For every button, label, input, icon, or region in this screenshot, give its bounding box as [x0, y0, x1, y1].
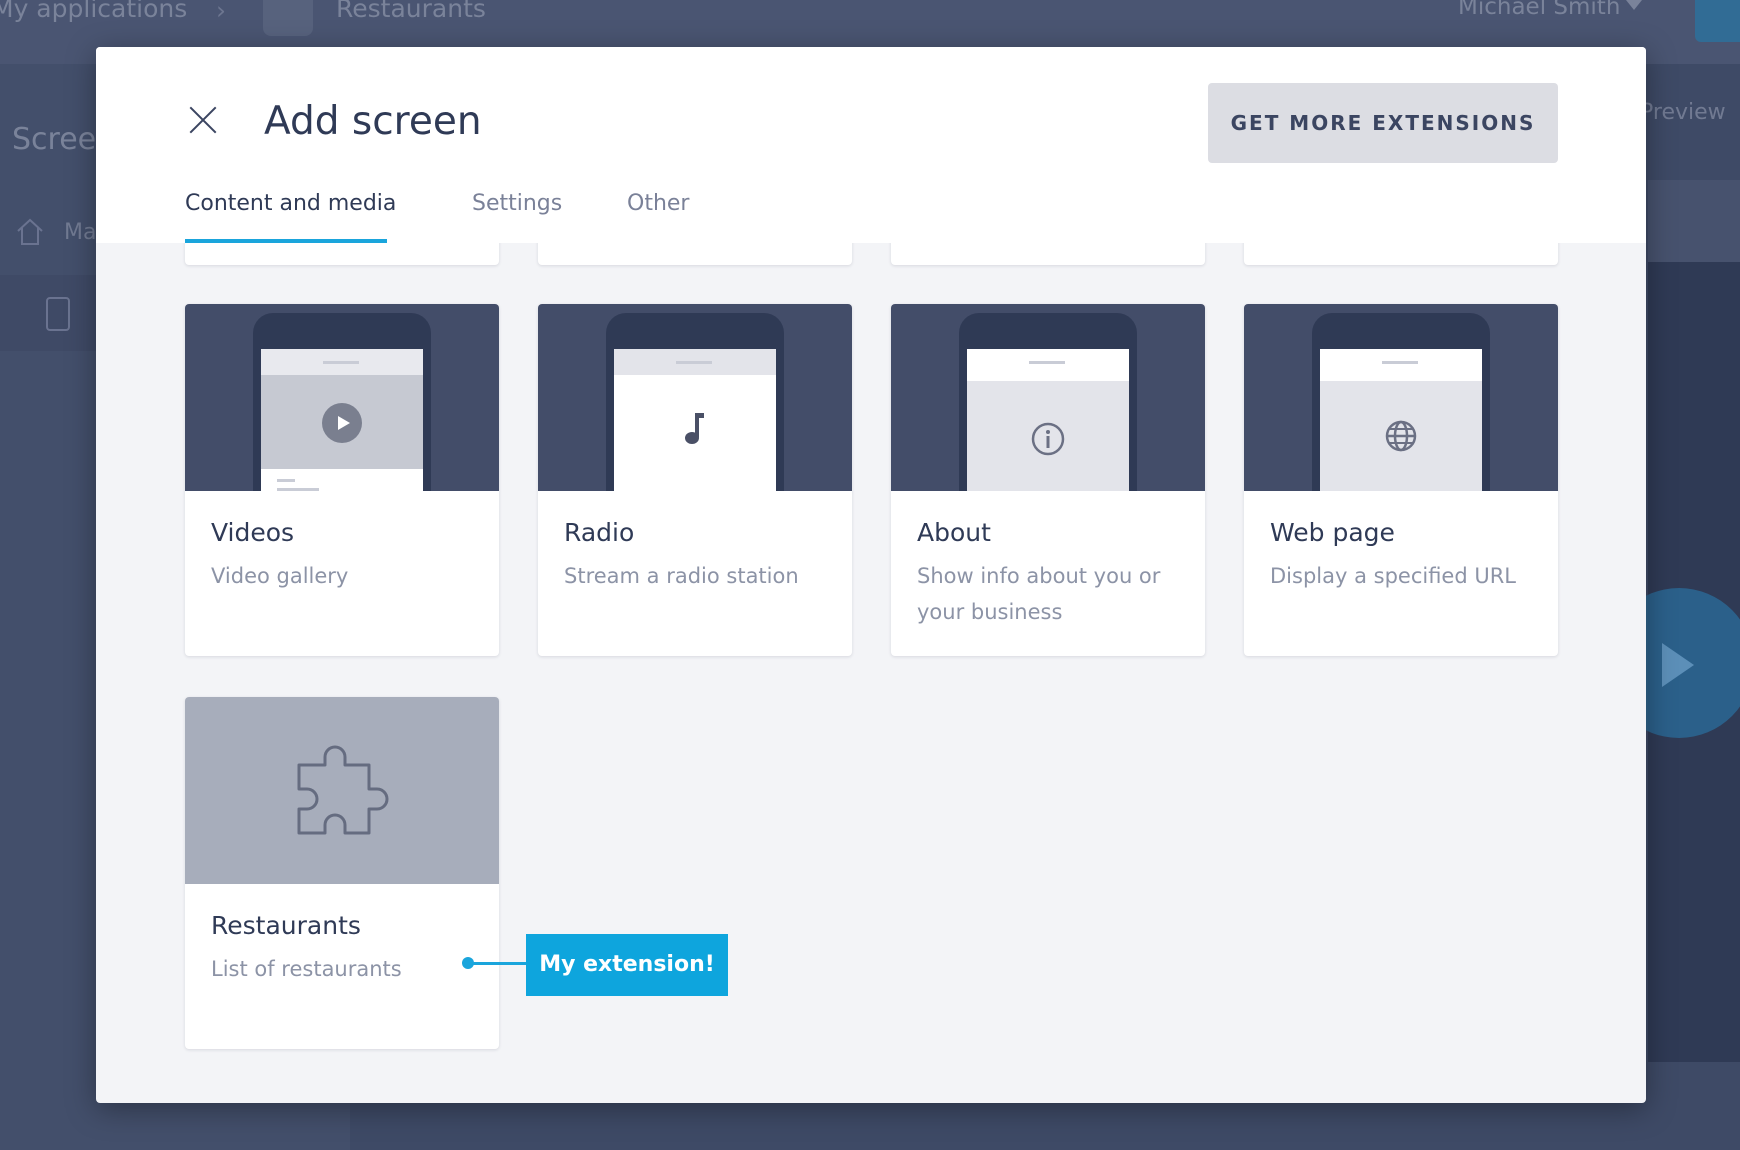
add-screen-modal: Add screen GET MORE EXTENSIONS Content a…	[96, 47, 1646, 1103]
play-icon	[322, 403, 362, 443]
card-title: About	[917, 518, 991, 547]
tab-settings[interactable]: Settings	[472, 191, 562, 216]
breadcrumb-my-applications: My applications	[0, 0, 188, 23]
card-title: Web page	[1270, 518, 1395, 547]
card-description: Stream a radio station	[564, 564, 799, 588]
card-description: Video gallery	[211, 564, 349, 588]
card-web-page[interactable]: Web page Display a specified URL	[1244, 304, 1558, 656]
phone-screen	[967, 349, 1129, 491]
card-radio[interactable]: Radio Stream a radio station	[538, 304, 852, 656]
phone-screen	[1320, 349, 1482, 491]
active-tab-indicator	[185, 239, 387, 243]
card-preview	[891, 304, 1205, 491]
phone-mockup	[606, 313, 784, 491]
card-description: Show info about you or your business	[917, 564, 1161, 624]
phone-screen	[261, 349, 423, 491]
background-sidebar-item: Ma	[64, 220, 97, 245]
card-preview	[185, 304, 499, 491]
tab-other[interactable]: Other	[627, 191, 689, 216]
phone-mockup	[253, 313, 431, 491]
card-title: Videos	[211, 518, 295, 547]
phone-screen	[614, 349, 776, 491]
info-icon	[1031, 422, 1065, 456]
background-preview-bar	[1648, 180, 1740, 262]
card-restaurants[interactable]: Restaurants List of restaurants	[185, 697, 499, 1049]
card-preview	[185, 697, 499, 884]
phone-mockup	[1312, 313, 1490, 491]
modal-header: Add screen GET MORE EXTENSIONS Content a…	[96, 47, 1646, 243]
card-preview	[538, 304, 852, 491]
home-icon	[17, 218, 43, 245]
breadcrumb-app-name: Restaurants	[336, 0, 486, 23]
card-title: Restaurants	[211, 911, 361, 940]
card-description: Display a specified URL	[1270, 564, 1517, 588]
background-primary-button	[1695, 0, 1740, 42]
tab-content-and-media[interactable]: Content and media	[185, 191, 396, 216]
globe-icon	[1385, 420, 1417, 452]
my-extension-callout: My extension!	[526, 934, 728, 996]
caret-down-icon	[1626, 0, 1642, 10]
modal-title: Add screen	[264, 99, 482, 144]
breadcrumb-chevron-icon: ›	[216, 0, 226, 25]
card-description: List of restaurants	[211, 957, 402, 981]
card-preview	[1244, 304, 1558, 491]
user-menu: Michael Smith	[1458, 0, 1621, 20]
callout-connector	[470, 962, 526, 965]
close-icon[interactable]	[188, 105, 218, 135]
background-preview-label: Preview	[1640, 100, 1726, 125]
phone-icon	[46, 297, 70, 331]
card-videos[interactable]: Videos Video gallery	[185, 304, 499, 656]
card-title: Radio	[564, 518, 635, 547]
get-more-extensions-button[interactable]: GET MORE EXTENSIONS	[1208, 83, 1558, 163]
music-note-icon	[685, 413, 704, 444]
card-about[interactable]: About Show info about you or your busine…	[891, 304, 1205, 656]
phone-mockup	[959, 313, 1137, 491]
app-icon	[263, 0, 313, 36]
play-triangle-icon	[1662, 643, 1694, 687]
puzzle-piece-icon	[297, 745, 389, 835]
